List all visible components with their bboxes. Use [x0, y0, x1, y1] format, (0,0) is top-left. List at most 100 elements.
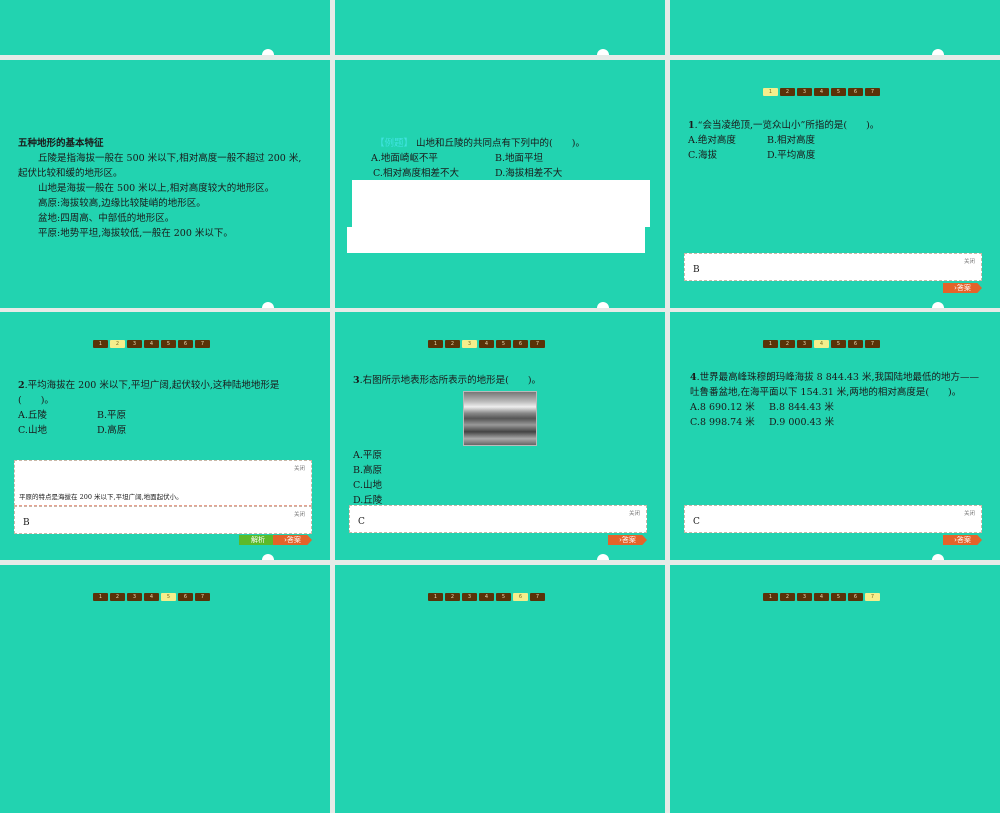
- question-text: .平均海拔在 200 米以下,平坦广阔,起伏较小,这种陆地地形是: [24, 380, 280, 391]
- question-number: 4: [690, 372, 697, 383]
- answer-button[interactable]: ›答案: [943, 283, 982, 293]
- slide-question-5[interactable]: 1234567: [0, 565, 330, 813]
- question-number: 2: [18, 380, 25, 391]
- answer-panel: 关闭 B: [14, 506, 312, 534]
- answer-panel: 关闭 C: [349, 505, 647, 533]
- question-text: .右图所示地表形态所表示的地形是( )。: [359, 375, 542, 386]
- pointer-icon: [262, 302, 274, 308]
- explanation-panel: 关闭 平原的特点是海拔在 200 米以下,平坦广阔,地面起伏小。: [14, 460, 312, 506]
- text-line: 丘陵是指海拔一般在 500 米以下,相对高度一般不超过 200 米,: [38, 153, 302, 164]
- question-text: 山地和丘陵的共同点有下列中的( )。: [416, 138, 585, 149]
- question-nav: 1234567: [93, 340, 210, 348]
- option-d: D.海拔相差不大: [495, 168, 563, 179]
- slide-example[interactable]: 【例题】 山地和丘陵的共同点有下列中的( )。 A.地面崎岖不平 B.地面平坦 …: [335, 60, 665, 308]
- nav-page-button[interactable]: 5: [161, 340, 176, 348]
- answer-panel: 关闭 B: [684, 253, 982, 281]
- option-c: C.山地: [353, 480, 382, 491]
- nav-page-button[interactable]: 2: [110, 340, 125, 348]
- option-a: A.平原: [353, 450, 382, 461]
- nav-page-button[interactable]: 3: [127, 340, 142, 348]
- nav-page-button[interactable]: 5: [831, 88, 846, 96]
- close-button[interactable]: 关闭: [294, 464, 305, 472]
- nav-page-button[interactable]: 5: [496, 340, 511, 348]
- slide-heading: 五种地形的基本特征: [18, 138, 104, 149]
- slide-question-4[interactable]: 1234567 4.世界最高峰珠穆朗玛峰海拔 8 844.43 米,我国陆地最低…: [670, 312, 1000, 560]
- nav-page-button[interactable]: 1: [428, 340, 443, 348]
- nav-page-button[interactable]: 6: [848, 340, 863, 348]
- mountain-photo: [463, 391, 537, 446]
- explanation-text: 平原的特点是海拔在 200 米以下,平坦广阔,地面起伏小。: [19, 493, 183, 501]
- question-nav: 1234567: [763, 340, 880, 348]
- answer-text: B: [23, 518, 30, 528]
- pointer-icon: [262, 49, 274, 55]
- answer-button[interactable]: ›答案: [273, 535, 312, 545]
- nav-page-button[interactable]: 4: [479, 340, 494, 348]
- option-d: D.9 000.43 米: [769, 417, 835, 428]
- answer-panel: 关闭 C: [684, 505, 982, 533]
- question-number: 3: [353, 375, 360, 386]
- option-a: A.绝对高度: [688, 135, 736, 146]
- nav-page-button[interactable]: 2: [780, 340, 795, 348]
- pointer-icon: [932, 302, 944, 308]
- slide-question-3[interactable]: 1234567 3.右图所示地表形态所表示的地形是( )。 A.平原 B.高原 …: [335, 312, 665, 560]
- pointer-icon: [932, 554, 944, 560]
- slide-thumb-3[interactable]: [670, 0, 1000, 55]
- nav-page-button[interactable]: 3: [797, 340, 812, 348]
- question-text: .“会当凌绝顶,一览众山小”所指的是( )。: [694, 120, 880, 131]
- close-button[interactable]: 关闭: [294, 510, 305, 518]
- option-d: D.高原: [97, 425, 127, 436]
- nav-page-button[interactable]: 5: [831, 340, 846, 348]
- text-line: 山地是海拔一般在 500 米以上,相对高度较大的地形区。: [38, 183, 275, 194]
- option-c: C.相对高度相差不大: [373, 168, 459, 179]
- question-nav: 1234567: [428, 340, 545, 348]
- option-d: D.平均高度: [767, 150, 816, 161]
- nav-page-button[interactable]: 6: [178, 340, 193, 348]
- nav-page-button[interactable]: 2: [445, 340, 460, 348]
- answer-text: B: [693, 265, 700, 275]
- option-a: A.8 690.12 米: [690, 402, 755, 413]
- nav-page-button[interactable]: 7: [195, 340, 210, 348]
- question-text: .世界最高峰珠穆朗玛峰海拔 8 844.43 米,我国陆地最低的地方——: [696, 372, 980, 383]
- nav-page-button[interactable]: 7: [865, 340, 880, 348]
- pointer-icon: [597, 302, 609, 308]
- question-text-cont: 吐鲁番盆地,在海平面以下 154.31 米,两地的相对高度是( )。: [690, 387, 962, 398]
- nav-page-button[interactable]: 3: [462, 340, 477, 348]
- nav-page-button[interactable]: 4: [814, 88, 829, 96]
- option-c: C.8 998.74 米: [690, 417, 755, 428]
- pointer-icon: [597, 49, 609, 55]
- nav-page-button[interactable]: 7: [530, 340, 545, 348]
- nav-page-button[interactable]: 4: [814, 340, 829, 348]
- slide-landform-features[interactable]: 五种地形的基本特征 丘陵是指海拔一般在 500 米以下,相对高度一般不超过 20…: [0, 60, 330, 308]
- option-b: B.高原: [353, 465, 383, 476]
- answer-text: C: [358, 517, 365, 527]
- explanation-button[interactable]: 解析: [239, 535, 277, 545]
- pointer-icon: [932, 49, 944, 55]
- question-text-cont: ( )。: [18, 395, 54, 406]
- option-c: C.山地: [18, 425, 47, 436]
- nav-page-button[interactable]: 4: [144, 340, 159, 348]
- slide-thumb-2[interactable]: [335, 0, 665, 55]
- nav-page-button[interactable]: 7: [865, 88, 880, 96]
- slide-thumb-1[interactable]: [0, 0, 330, 55]
- slide-question-2[interactable]: 1234567 2.平均海拔在 200 米以下,平坦广阔,起伏较小,这种陆地地形…: [0, 312, 330, 560]
- nav-page-button[interactable]: 3: [797, 88, 812, 96]
- option-c: C.海拔: [688, 150, 717, 161]
- option-a: A.地面崎岖不平: [371, 153, 438, 164]
- close-button[interactable]: 关闭: [964, 257, 975, 265]
- nav-page-button[interactable]: 6: [513, 340, 528, 348]
- question-nav: 1234567: [763, 88, 880, 96]
- pointer-icon: [262, 554, 274, 560]
- nav-page-button[interactable]: 2: [780, 88, 795, 96]
- nav-page-button[interactable]: 1: [763, 88, 778, 96]
- close-button[interactable]: 关闭: [629, 509, 640, 517]
- slide-question-7[interactable]: 1234567: [670, 565, 1000, 813]
- nav-page-button[interactable]: 1: [93, 340, 108, 348]
- answer-button[interactable]: ›答案: [608, 535, 647, 545]
- nav-page-button[interactable]: 6: [848, 88, 863, 96]
- slide-question-1[interactable]: 1234567 1 .“会当凌绝顶,一览众山小”所指的是( )。 A.绝对高度 B…: [670, 60, 1000, 308]
- text-line: 起伏比较和缓的地形区。: [18, 168, 123, 179]
- answer-button[interactable]: ›答案: [943, 535, 982, 545]
- nav-page-button[interactable]: 1: [763, 340, 778, 348]
- slide-question-6[interactable]: 1234567: [335, 565, 665, 813]
- close-button[interactable]: 关闭: [964, 509, 975, 517]
